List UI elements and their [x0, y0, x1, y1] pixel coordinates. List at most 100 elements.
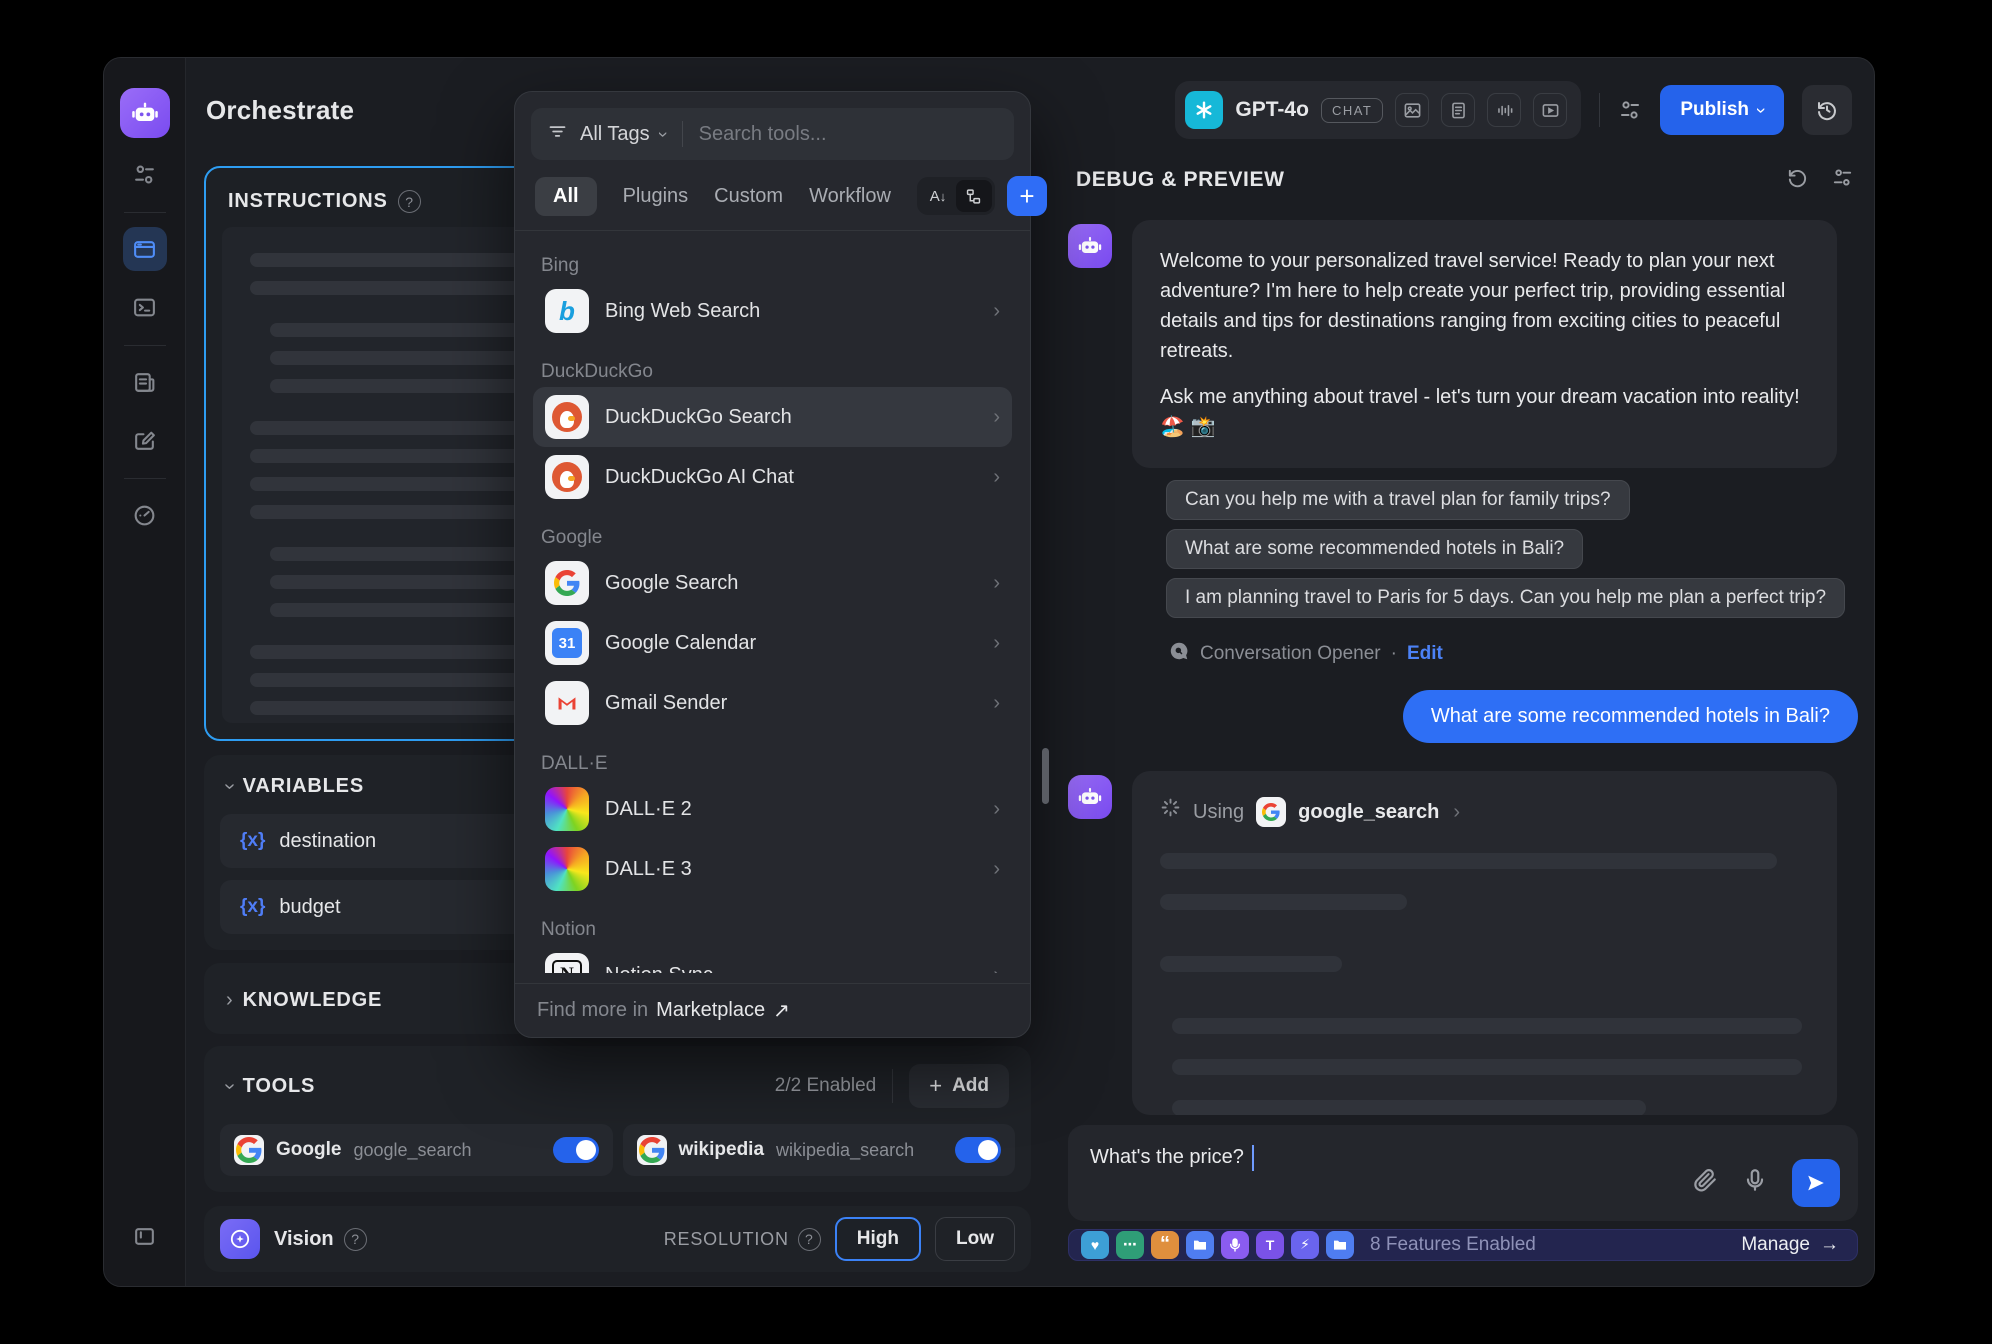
sidebar-item-compose[interactable] — [123, 418, 167, 462]
tool-section-label: DuckDuckGo — [541, 361, 1004, 383]
quote-icon: “ — [1151, 1231, 1179, 1259]
tool-item-dall-e-2[interactable]: DALL·E 2› — [533, 779, 1012, 839]
help-icon[interactable]: ? — [344, 1228, 367, 1251]
header-divider — [1599, 93, 1600, 127]
suggestion-chip[interactable]: Can you help me with a travel plan for f… — [1166, 480, 1630, 520]
chat-composer[interactable]: What's the price? — [1068, 1125, 1858, 1221]
tool-toggle[interactable] — [955, 1137, 1001, 1163]
sidebar-item-logs[interactable] — [123, 360, 167, 404]
tab-workflow[interactable]: Workflow — [809, 177, 891, 216]
bot-avatar — [1068, 224, 1112, 268]
sidebar-item-performance[interactable] — [123, 493, 167, 537]
marketplace-link[interactable]: Marketplace — [656, 999, 765, 1022]
tool-picker-tabs: AllPluginsCustomWorkflow A↓ + — [531, 160, 1014, 230]
vision-sparkle-icon — [220, 1219, 260, 1259]
sort-group-icon[interactable] — [956, 180, 992, 212]
bubble-bolt-icon: ⚡ — [1291, 1231, 1319, 1259]
chevron-right-icon[interactable]: › — [226, 989, 233, 1012]
composer-input[interactable]: What's the price? — [1090, 1146, 1244, 1169]
opener-separator: · — [1391, 643, 1397, 665]
sidebar-item-terminal[interactable] — [123, 285, 167, 329]
create-tool-button[interactable]: + — [1007, 176, 1047, 216]
search-divider — [682, 121, 683, 147]
spinner-icon — [1160, 797, 1181, 827]
tag-filter-dropdown[interactable]: All Tags › — [580, 123, 666, 146]
collapse-sidebar-icon[interactable] — [123, 1214, 167, 1258]
sliders-icon[interactable] — [123, 152, 167, 196]
publish-button[interactable]: Publish› — [1660, 85, 1784, 135]
sidebar-item-builder[interactable] — [123, 227, 167, 271]
conversation-opener-row: Conversation Opener · Edit — [1168, 640, 1858, 668]
tool-item-google-search[interactable]: Google Search› — [533, 553, 1012, 613]
tool-item-duckduckgo-ai-chat[interactable]: DuckDuckGo AI Chat› — [533, 447, 1012, 507]
edit-opener-link[interactable]: Edit — [1407, 643, 1443, 665]
settings-sliders-icon[interactable] — [1618, 98, 1642, 122]
card-dots-icon: ⋯ — [1116, 1231, 1144, 1259]
tool-item-duckduckgo-search[interactable]: DuckDuckGo Search› — [533, 387, 1012, 447]
debug-preview-panel: DEBUG & PREVIEW Welcome to your personal… — [1068, 166, 1858, 1261]
preview-settings-icon[interactable] — [1831, 166, 1854, 194]
knowledge-title: KNOWLEDGE — [243, 989, 382, 1012]
chevron-down-icon[interactable]: › — [218, 1083, 241, 1090]
dalle-logo — [545, 847, 589, 891]
chat-heart-icon: ♥ — [1081, 1231, 1109, 1259]
tab-all[interactable]: All — [535, 177, 597, 216]
skeleton-line — [1172, 1059, 1802, 1075]
microphone-icon[interactable] — [1742, 1167, 1768, 1198]
tool-toggle[interactable] — [553, 1137, 599, 1163]
document-capability-icon — [1441, 93, 1475, 127]
help-icon[interactable]: ? — [398, 190, 421, 213]
folder-upload-icon — [1326, 1231, 1354, 1259]
suggestion-chip[interactable]: What are some recommended hotels in Bali… — [1166, 529, 1583, 569]
openai-logo-icon — [1185, 91, 1223, 129]
model-selector[interactable]: GPT-4o CHAT — [1175, 81, 1581, 139]
scrollbar-thumb[interactable] — [1042, 748, 1049, 804]
skeleton-line — [1160, 956, 1342, 972]
attach-file-icon[interactable] — [1692, 1167, 1718, 1198]
sidebar-divider — [124, 345, 166, 346]
tool-item-bing-web-search[interactable]: bBing Web Search› — [533, 281, 1012, 341]
tool-item-gmail-sender[interactable]: Gmail Sender› — [533, 673, 1012, 733]
chevron-down-icon[interactable]: › — [218, 783, 241, 790]
footer-prefix: Find more in — [537, 999, 648, 1022]
external-link-icon: ↗ — [773, 998, 790, 1023]
text-to-speech-icon: T — [1256, 1231, 1284, 1259]
suggestion-chip[interactable]: I am planning travel to Paris for 5 days… — [1166, 578, 1845, 618]
resolution-low-button[interactable]: Low — [935, 1217, 1015, 1261]
model-mode-badge: CHAT — [1321, 98, 1383, 123]
app-logo-robot-icon[interactable] — [120, 88, 170, 138]
dalle-logo — [545, 787, 589, 831]
tool-search-bar[interactable]: All Tags › — [531, 108, 1014, 160]
tool-item-dall-e-3[interactable]: DALL·E 3› — [533, 839, 1012, 899]
image-capability-icon — [1395, 93, 1429, 127]
google-logo — [545, 561, 589, 605]
send-button[interactable] — [1792, 1159, 1840, 1207]
sort-alpha-icon[interactable]: A↓ — [920, 180, 956, 212]
speech-bubble-icon — [1168, 640, 1190, 668]
chevron-down-icon: › — [652, 131, 673, 137]
microphone-icon — [1221, 1231, 1249, 1259]
add-tool-button[interactable]: +Add — [909, 1064, 1009, 1108]
audio-capability-icon — [1487, 93, 1521, 127]
google-logo — [234, 1135, 264, 1165]
bot-message: Welcome to your personalized travel serv… — [1068, 220, 1858, 468]
help-icon[interactable]: ? — [798, 1228, 821, 1251]
reset-chat-icon[interactable] — [1786, 166, 1809, 194]
tool-search-input[interactable] — [699, 123, 919, 146]
chevron-right-icon: › — [993, 466, 1000, 489]
chevron-down-icon: › — [1751, 107, 1772, 113]
vision-label: Vision — [274, 1228, 334, 1251]
marketplace-footer[interactable]: Find more in Marketplace ↗ — [515, 983, 1030, 1037]
resolution-high-button[interactable]: High — [835, 1217, 921, 1261]
tool-item-google-calendar[interactable]: 31Google Calendar› — [533, 613, 1012, 673]
history-button[interactable] — [1802, 85, 1852, 135]
tool-card-google: Googlegoogle_search — [220, 1124, 613, 1176]
debug-preview-title: DEBUG & PREVIEW — [1076, 168, 1285, 192]
tab-custom[interactable]: Custom — [714, 177, 783, 216]
tab-plugins[interactable]: Plugins — [623, 177, 689, 216]
tool-usage-row[interactable]: Using google_search › — [1160, 797, 1809, 827]
tool-section-label: DALL·E — [541, 753, 1004, 775]
manage-features-link[interactable]: Manage → — [1741, 1234, 1839, 1256]
chevron-right-icon: › — [993, 572, 1000, 595]
tool-item-notion-sync[interactable]: NNotion Sync› — [533, 945, 1012, 973]
